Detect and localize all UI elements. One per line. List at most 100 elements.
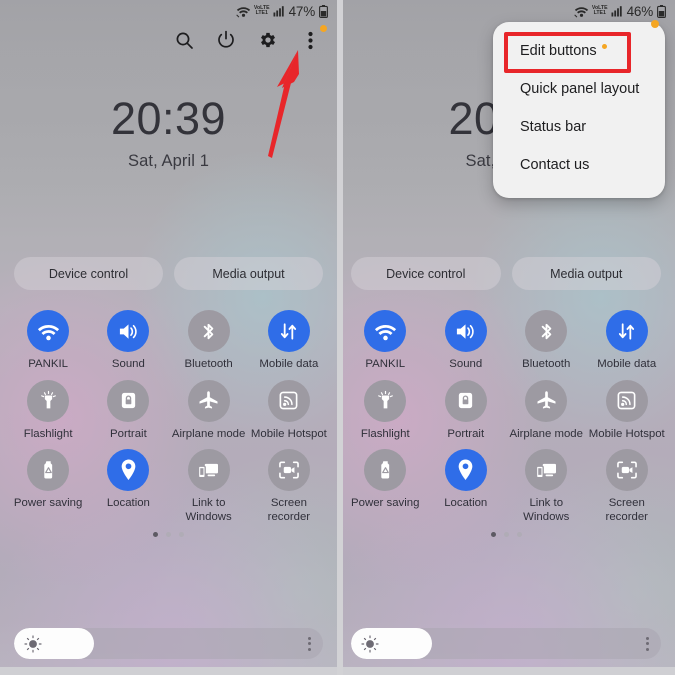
flashlight-icon (377, 390, 393, 408)
media-output-button[interactable]: Media output (174, 257, 323, 290)
location-pin-icon (121, 459, 136, 480)
tile-label: Airplane mode (509, 427, 583, 440)
tile-label: Portrait (447, 427, 485, 440)
tile-mobile-hotspot[interactable]: Mobile Hotspot (249, 379, 329, 442)
link-to-windows-tile-circle (187, 449, 230, 491)
tile-row: Power saving Location Link to Windows Sc… (345, 449, 667, 524)
battery-icon (657, 4, 666, 18)
mobile-data-tile-circle (267, 310, 310, 352)
brightness-slider[interactable] (14, 628, 323, 659)
tile-sound[interactable]: Sound (88, 310, 168, 372)
clock-time: 20:39 (110, 93, 227, 144)
link-to-windows-icon (535, 463, 556, 478)
search-button[interactable] (171, 27, 197, 53)
tile-mobile-data[interactable]: Mobile data (587, 310, 668, 372)
flashlight-tile-circle (364, 379, 407, 422)
bottom-edge-strip (337, 667, 675, 675)
power-saving-tile-circle (364, 449, 407, 491)
settings-button[interactable] (255, 27, 281, 53)
more-options-button[interactable] (297, 25, 327, 53)
tile-link-to-windows[interactable]: Link to Windows (506, 449, 587, 524)
location-pin-icon (458, 459, 473, 480)
location-tile-circle (444, 449, 487, 491)
signal-bars-icon (611, 6, 622, 17)
tile-row: Flashlight Portrait Airplane mode Mobile… (345, 379, 668, 442)
hotspot-icon (279, 391, 298, 410)
page-dot[interactable] (516, 532, 522, 537)
flashlight-icon (40, 390, 56, 408)
tile-airplane-mode[interactable]: Airplane mode (169, 379, 249, 442)
speaker-icon (457, 323, 474, 339)
tile-location[interactable]: Location (88, 449, 168, 524)
wifi-icon (574, 6, 589, 17)
tile-screen-recorder[interactable]: Screen recorder (587, 449, 668, 524)
tile-bluetooth[interactable]: Bluetooth (169, 310, 249, 372)
tile-label: Link to Windows (523, 497, 570, 523)
device-control-button[interactable]: Device control (351, 257, 501, 290)
tile-wifi[interactable]: PANKIL (345, 310, 426, 372)
brightness-more-options-icon[interactable] (308, 636, 311, 651)
tile-wifi[interactable]: PANKIL (8, 310, 88, 372)
rotation-lock-icon (459, 392, 473, 409)
screen-recorder-tile-circle (605, 449, 648, 491)
power-saving-icon (43, 461, 52, 479)
page-dot[interactable] (153, 532, 158, 537)
tile-power-saving[interactable]: Power saving (345, 449, 426, 524)
tile-label: Screen recorder (605, 497, 648, 523)
tile-power-saving[interactable]: Power saving (8, 449, 88, 524)
menu-item-edit-buttons[interactable]: Edit buttons (493, 32, 665, 70)
page-dot[interactable] (166, 532, 171, 537)
brightness-more-options-icon[interactable] (646, 636, 649, 651)
tile-label: PANKIL (365, 358, 406, 370)
tile-portrait[interactable]: Portrait (426, 379, 507, 442)
brightness-slider[interactable] (351, 628, 661, 659)
link-to-windows-icon (197, 463, 219, 478)
menu-item-contact-us[interactable]: Contact us (493, 146, 665, 184)
quick-settings-tiles: PANKIL Sound Bluetooth Mobile data Flash… (337, 310, 675, 524)
power-button[interactable] (213, 27, 239, 53)
link-to-windows-tile-circle (525, 449, 568, 491)
hotspot-icon (617, 391, 636, 410)
page-dot[interactable] (179, 532, 184, 537)
tile-flashlight[interactable]: Flashlight (8, 379, 88, 442)
tile-airplane-mode[interactable]: Airplane mode (506, 379, 587, 442)
rotation-lock-icon (121, 392, 136, 409)
page-dot[interactable] (503, 532, 509, 537)
status-icons: VoLTE LTE1 (236, 5, 285, 18)
tile-link-to-windows[interactable]: Link to Windows (169, 449, 249, 524)
status-bar: VoLTE LTE1 47% (0, 0, 337, 22)
clock-widget[interactable]: 20:39 Sat, April 1 (0, 96, 337, 171)
device-control-button[interactable]: Device control (14, 257, 163, 290)
media-output-button[interactable]: Media output (511, 257, 661, 290)
menu-item-quick-panel-layout[interactable]: Quick panel layout (493, 70, 665, 108)
power-saving-icon (381, 461, 389, 479)
page-indicator (337, 532, 675, 537)
quick-panel-toolbar (0, 22, 337, 58)
airplane-tile-circle (525, 379, 568, 422)
tile-label: Airplane mode (171, 427, 246, 440)
tile-flashlight[interactable]: Flashlight (345, 379, 426, 442)
tile-mobile-data[interactable]: Mobile data (249, 310, 329, 372)
page-dot[interactable] (490, 532, 496, 537)
search-icon (176, 32, 193, 49)
tile-sound[interactable]: Sound (426, 310, 507, 372)
shortcut-pill-row: Device control Media output (337, 257, 675, 290)
data-arrows-icon (619, 322, 635, 340)
tile-location[interactable]: Location (426, 449, 507, 524)
wifi-tile-circle (364, 310, 407, 352)
tile-row: PANKIL Sound Bluetooth Mobile data (8, 310, 329, 372)
tile-bluetooth[interactable]: Bluetooth (506, 310, 587, 372)
menu-badge-dot (651, 20, 659, 28)
tile-screen-recorder[interactable]: Screen recorder (249, 449, 329, 524)
bottom-edge-strip (0, 667, 337, 675)
clock-date: Sat, April 1 (128, 152, 209, 170)
tile-label: Mobile Hotspot (250, 427, 327, 440)
status-icons: VoLTE LTE1 (574, 5, 623, 18)
tile-portrait[interactable]: Portrait (88, 379, 168, 442)
page-indicator (0, 532, 337, 537)
gear-icon (261, 32, 275, 48)
tile-mobile-hotspot[interactable]: Mobile Hotspot (587, 379, 668, 442)
wifi-tile-circle (27, 310, 70, 352)
shortcut-pill-row: Device control Media output (0, 257, 337, 290)
menu-item-status-bar[interactable]: Status bar (493, 108, 665, 146)
